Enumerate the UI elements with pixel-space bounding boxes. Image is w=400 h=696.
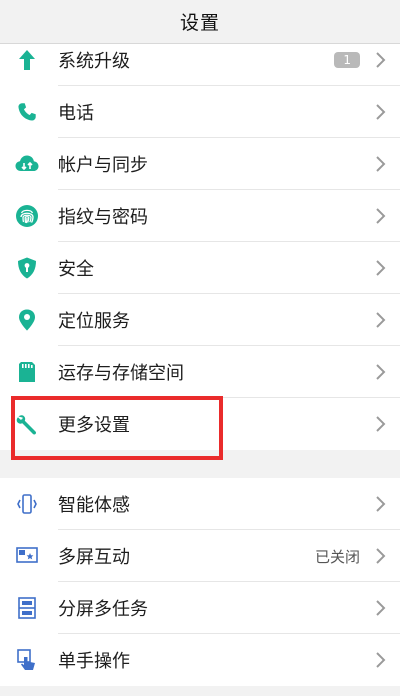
setting-label: 指纹与密码 (58, 207, 148, 228)
setting-fingerprint-password[interactable]: 指纹与密码 (0, 190, 400, 242)
chevron-right-icon (376, 652, 386, 668)
setting-account-sync[interactable]: 帐户与同步 (0, 138, 400, 190)
setting-split-screen[interactable]: 分屏多任务 (0, 582, 400, 634)
setting-multi-screen[interactable]: 多屏互动 已关闭 (0, 530, 400, 582)
fingerprint-icon (14, 203, 40, 229)
wrench-icon (14, 411, 40, 437)
setting-location-service[interactable]: 定位服务 (0, 294, 400, 346)
motion-phone-icon (14, 491, 40, 517)
setting-label: 更多设置 (58, 415, 130, 436)
chevron-right-icon (376, 104, 386, 120)
setting-label: 运存与存储空间 (58, 363, 184, 384)
location-pin-icon (14, 307, 40, 333)
setting-label: 单手操作 (58, 651, 130, 672)
setting-label: 帐户与同步 (58, 155, 148, 176)
setting-label: 安全 (58, 259, 94, 280)
split-screen-icon (14, 595, 40, 621)
phone-icon (14, 99, 40, 125)
chevron-right-icon (376, 260, 386, 276)
shield-icon (14, 255, 40, 281)
one-hand-icon (14, 647, 40, 673)
setting-more-settings[interactable]: 更多设置 (0, 398, 400, 450)
setting-label: 智能体感 (58, 495, 130, 516)
chevron-right-icon (376, 496, 386, 512)
cloud-sync-icon (14, 151, 40, 177)
setting-smart-motion[interactable]: 智能体感 (0, 478, 400, 530)
chevron-right-icon (376, 208, 386, 224)
arrow-up-icon (14, 47, 40, 73)
section-divider (0, 450, 400, 478)
chevron-right-icon (376, 548, 386, 564)
chevron-right-icon (376, 416, 386, 432)
chevron-right-icon (376, 156, 386, 172)
setting-phone[interactable]: 电话 (0, 86, 400, 138)
page-title: 设置 (179, 12, 220, 34)
bottom-divider (0, 686, 400, 696)
settings-list-main: 系统升级 1 电话 帐户与同步 指纹与密码 安全 定位服务 运存与存储空间 更多… (0, 34, 400, 450)
setting-system-update[interactable]: 系统升级 1 (0, 34, 400, 86)
chevron-right-icon (376, 600, 386, 616)
chevron-right-icon (376, 52, 386, 68)
chevron-right-icon (376, 364, 386, 380)
settings-list-features: 智能体感 多屏互动 已关闭 分屏多任务 单手操作 (0, 478, 400, 686)
chevron-right-icon (376, 312, 386, 328)
setting-label: 多屏互动 (58, 547, 130, 568)
setting-security[interactable]: 安全 (0, 242, 400, 294)
setting-label: 定位服务 (58, 311, 130, 332)
setting-memory-storage[interactable]: 运存与存储空间 (0, 346, 400, 398)
setting-one-hand-mode[interactable]: 单手操作 (0, 634, 400, 686)
update-count-badge: 1 (334, 52, 360, 68)
setting-label: 系统升级 (58, 51, 130, 72)
setting-label: 电话 (58, 103, 94, 124)
screen-cast-icon (14, 543, 40, 569)
setting-label: 分屏多任务 (58, 599, 148, 620)
sd-card-icon (14, 359, 40, 385)
multi-screen-status: 已关闭 (314, 547, 360, 566)
